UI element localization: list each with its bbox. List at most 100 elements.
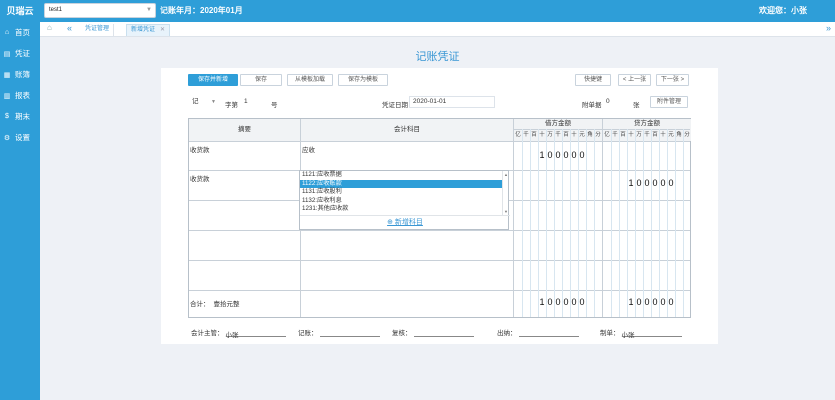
total-debit-digit: 0 (579, 297, 585, 307)
account-option-1122[interactable]: 1122:应收账款 (300, 179, 503, 189)
double-chevron-left-icon[interactable]: « (67, 22, 72, 35)
accounting-period: 记账年月：2020年01月 (160, 6, 243, 15)
company-select-value: test1 (49, 7, 63, 13)
tab-label: 凭证管理 (85, 26, 110, 32)
chevron-down-icon: ▼ (211, 99, 216, 105)
voucher-number-input[interactable]: 1 (241, 97, 265, 109)
page-title: 记账凭证 (415, 51, 460, 63)
sidebar-item-label: 首页 (15, 28, 30, 37)
double-chevron-right-icon[interactable]: » (826, 22, 831, 35)
tab-voucher-management[interactable]: 凭证管理 (81, 24, 115, 36)
column-divider (513, 119, 514, 290)
attachment-unit: 张 (633, 102, 640, 109)
attachment-label: 附单据 (582, 102, 602, 109)
scroll-down-icon[interactable]: ▼ (504, 209, 508, 214)
voucher-word-value: 记 (192, 98, 199, 105)
unit-divider (651, 129, 652, 317)
sidebar-item-books[interactable]: ▦ 账簿 (0, 64, 40, 85)
signature-label: 出纳： (497, 330, 517, 337)
account-dropdown-list: 1121:应收票据 1122:应收账款 1131:应收股利 1132:应收利息 … (300, 171, 503, 215)
welcome-user[interactable]: 欢迎您：小张 (759, 0, 807, 22)
row-2-summary[interactable]: 收货款 (190, 173, 210, 183)
voucher-date-input[interactable]: 2020-01-01 (409, 96, 495, 108)
account-option-1121[interactable]: 1121:应收票据 (300, 171, 503, 180)
amount-unit-label: 分 (684, 132, 690, 138)
signature-bookkeeper-value[interactable] (319, 329, 380, 337)
unit-divider (659, 129, 660, 317)
save-button[interactable]: 保存 (240, 74, 282, 86)
unit-divider (619, 129, 620, 317)
sidebar-item-label: 报表 (15, 91, 30, 100)
tab-label: 新增凭证 (131, 27, 156, 33)
column-header-credit: 贷方金额 (603, 119, 691, 129)
column-divider (602, 119, 603, 317)
unit-divider (627, 129, 628, 317)
sidebar-item-home[interactable]: ⌂ 首页 (0, 22, 40, 43)
column-header-debit: 借方金额 (514, 119, 602, 129)
voucher-card: 保存并新增 保存 从模板加载 保存为模板 快捷键 < 上一张 下一张 > 记 ▼… (161, 68, 718, 344)
unit-divider (683, 129, 684, 317)
voucher-date-label: 凭证日期 (382, 102, 408, 109)
account-option-1231[interactable]: 1231:其他应收款 (300, 205, 503, 214)
company-select[interactable]: test1 ▼ (44, 3, 156, 18)
signature-label: 会计主管： (191, 330, 224, 337)
row-1-summary[interactable]: 收货款 (190, 144, 210, 154)
row-2-credit-digit: 0 (668, 178, 674, 188)
load-from-template-button[interactable]: 从模板加载 (287, 74, 333, 86)
home-icon[interactable]: ⌂ (47, 23, 52, 32)
total-credit-digit: 0 (668, 297, 674, 307)
voucher-word-label: 字第 (225, 102, 238, 109)
save-as-template-button[interactable]: 保存为模板 (338, 74, 388, 86)
signature-preparer-value[interactable]: 小张 (621, 329, 682, 339)
top-bar: 贝瑞云 test1 ▼ 记账年月：2020年01月 欢迎您：小张 (0, 0, 835, 22)
tab-new-voucher[interactable]: 新增凭证 ✕ (126, 24, 171, 36)
column-header-summary: 摘要 (189, 119, 300, 141)
voucher-number-unit: 号 (271, 102, 278, 109)
row-1-account[interactable]: 应收 (302, 144, 315, 154)
row-divider (189, 290, 690, 291)
sidebar-item-label: 账簿 (15, 70, 30, 79)
next-voucher-button[interactable]: 下一张 > (656, 74, 689, 86)
column-divider (513, 290, 514, 317)
close-icon[interactable]: ✕ (160, 27, 165, 33)
sidebar-item-period-end[interactable]: $ 期末 (0, 106, 40, 127)
account-dropdown: 1121:应收票据 1122:应收账款 1131:应收股利 1132:应收利息 … (299, 170, 510, 230)
unit-divider (675, 129, 676, 317)
signature-reviewer-value[interactable] (413, 329, 474, 337)
save-and-new-button[interactable]: 保存并新增 (188, 74, 238, 86)
attachment-manage-button[interactable]: 附件管理 (650, 96, 688, 108)
sidebar-item-settings[interactable]: ⚙ 设置 (0, 127, 40, 148)
account-option-1131[interactable]: 1131:应收股利 (300, 188, 503, 197)
signature-label: 制单： (600, 330, 620, 337)
sidebar-item-voucher[interactable]: ▤ 凭证 (0, 43, 40, 64)
signature-preparer: 制单： 小张 (600, 327, 682, 339)
unit-divider (667, 129, 668, 317)
signature-label: 复核： (392, 330, 412, 337)
unit-divider (643, 129, 644, 317)
sidebar-item-reports[interactable]: ▥ 报表 (0, 85, 40, 106)
signature-supervisor-value[interactable]: 小张 (225, 329, 286, 339)
row-divider (189, 230, 690, 231)
signature-reviewer: 复核： (392, 327, 474, 337)
unit-divider (594, 129, 595, 317)
signature-label: 记账： (298, 330, 318, 337)
scroll-up-icon[interactable]: ▲ (504, 172, 508, 177)
sidebar: ⌂ 首页 ▤ 凭证 ▦ 账簿 ▥ 报表 $ 期末 ⚙ 设置 (0, 22, 40, 400)
signature-supervisor: 会计主管： 小张 (191, 327, 286, 339)
attachment-count-input[interactable]: 0 (603, 97, 623, 109)
row-1-debit-digit: 0 (579, 150, 585, 160)
signature-bookkeeper: 记账： (298, 327, 380, 337)
books-icon: ▦ (3, 71, 11, 79)
unit-divider (635, 129, 636, 317)
signature-cashier-value[interactable] (518, 329, 579, 337)
previous-voucher-button[interactable]: < 上一张 (618, 74, 651, 86)
brand-logo: 贝瑞云 (6, 6, 34, 16)
voucher-word-select[interactable]: 记 ▼ (189, 97, 216, 109)
add-account-link[interactable]: ⊕ 新增科目 (300, 215, 510, 230)
shortcut-button[interactable]: 快捷键 (575, 74, 611, 86)
gear-icon: ⚙ (3, 134, 11, 142)
total-in-words: 壹拾元整 (213, 301, 240, 308)
dropdown-scrollbar[interactable]: ▲ ▼ (502, 171, 508, 215)
chevron-down-icon: ▼ (146, 7, 152, 13)
unit-divider (611, 129, 612, 317)
